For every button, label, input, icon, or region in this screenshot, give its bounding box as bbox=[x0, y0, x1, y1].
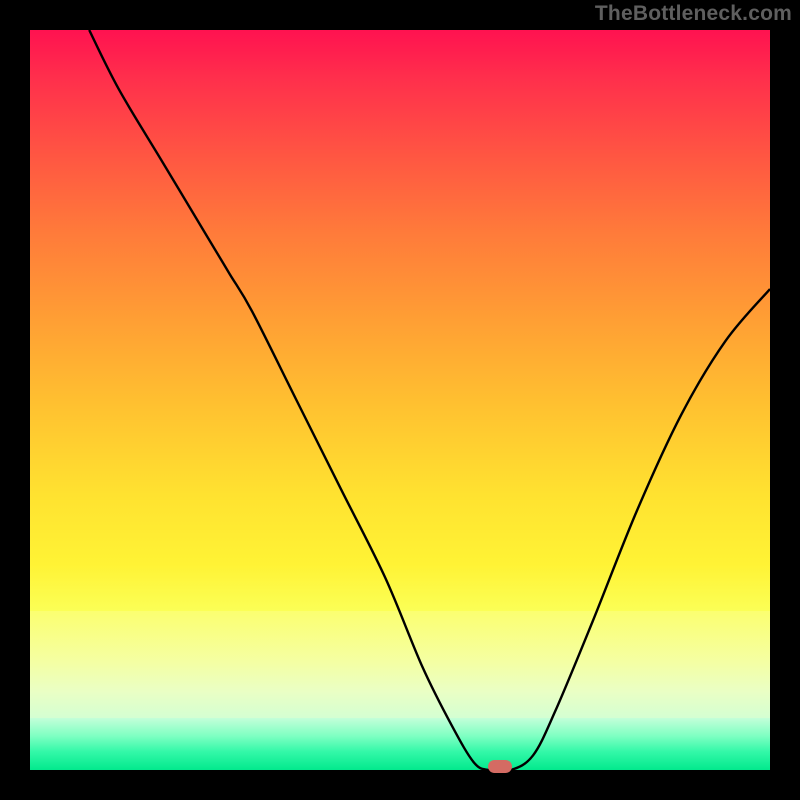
plot-area bbox=[30, 30, 770, 770]
optimal-marker bbox=[488, 760, 512, 773]
chart-frame: TheBottleneck.com bbox=[0, 0, 800, 800]
watermark-text: TheBottleneck.com bbox=[595, 2, 792, 26]
bottleneck-curve bbox=[30, 30, 770, 770]
